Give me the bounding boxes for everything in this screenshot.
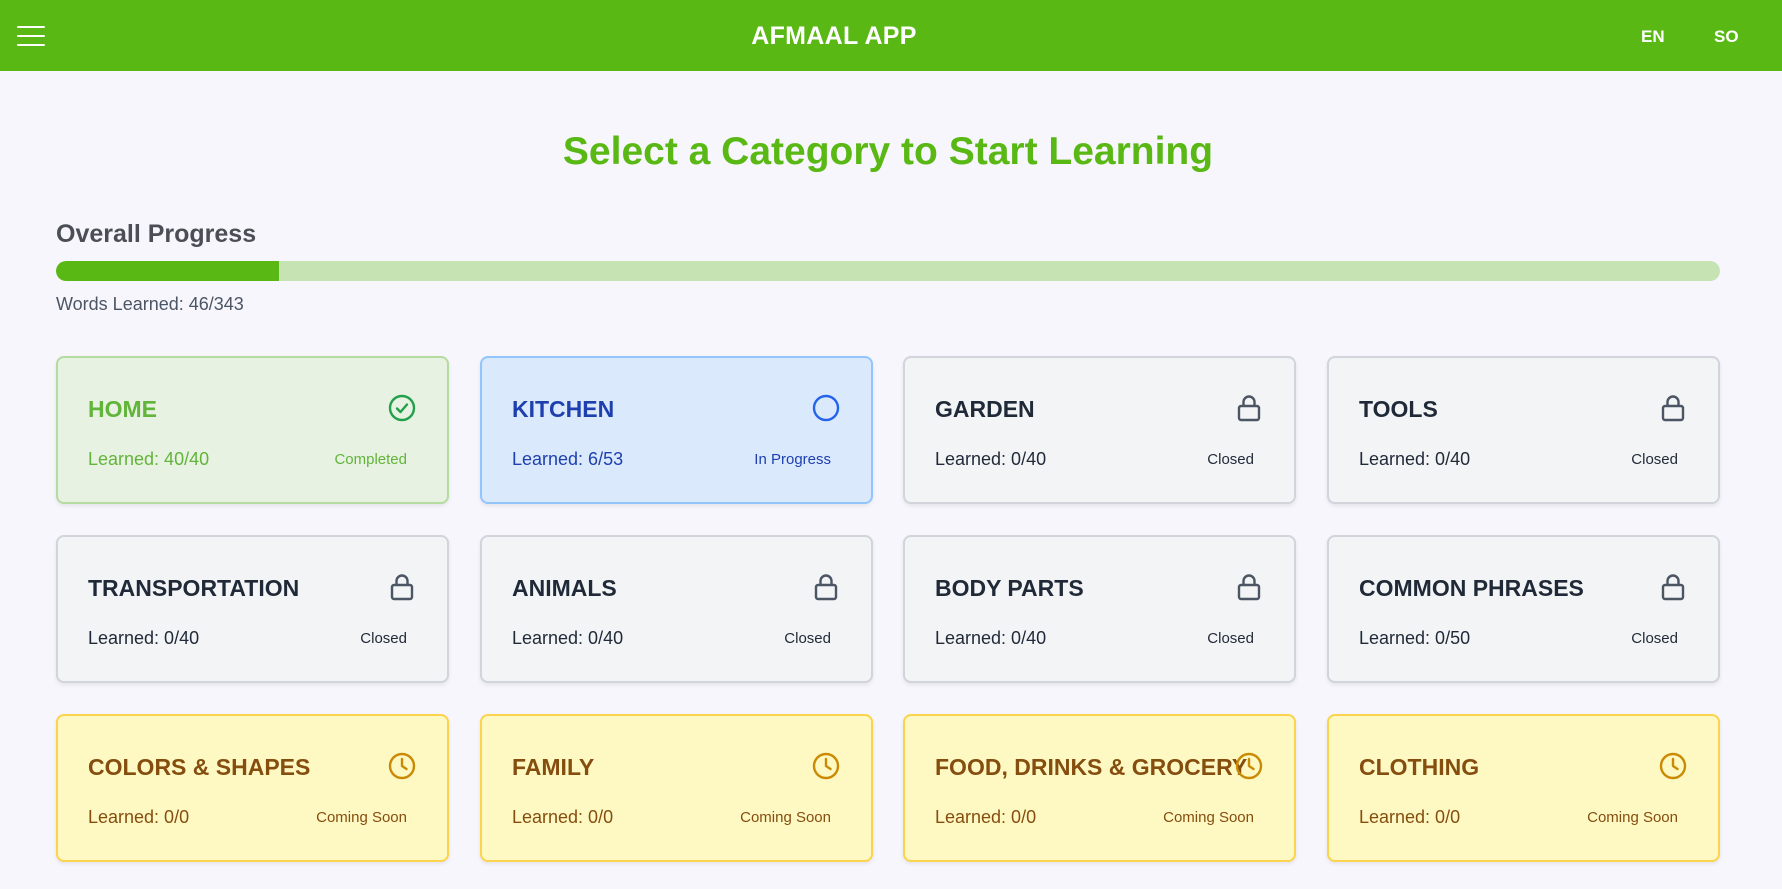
category-status: Closed: [360, 630, 407, 647]
category-card-garden[interactable]: GARDEN Learned: 0/40 Closed: [903, 356, 1296, 504]
category-learned-count: Learned: 0/50: [1359, 628, 1471, 648]
category-learned-count: Learned: 6/53: [512, 449, 624, 469]
category-card-home[interactable]: HOME Learned: 40/40 Completed: [56, 356, 449, 504]
category-learned-count: Learned: 0/0: [512, 807, 614, 827]
category-status: Closed: [1207, 451, 1254, 468]
category-status: Completed: [334, 451, 407, 468]
category-card-colors-shapes[interactable]: COLORS & SHAPES Learned: 0/0 Coming Soon: [56, 714, 449, 862]
language-en-button[interactable]: EN: [1641, 27, 1665, 47]
category-learned-count: Learned: 40/40: [88, 449, 210, 469]
category-card-family[interactable]: FAMILY Learned: 0/0 Coming Soon: [480, 714, 873, 862]
progress-label: Overall Progress: [56, 220, 257, 248]
clock-icon: [811, 751, 841, 781]
progress-fill: [56, 261, 279, 281]
category-name: KITCHEN: [512, 396, 615, 422]
lock-icon: [1658, 572, 1688, 602]
check-circle-icon: [387, 393, 417, 423]
category-learned-count: Learned: 0/40: [512, 628, 624, 648]
category-learned-count: Learned: 0/40: [1359, 449, 1471, 469]
category-status: Coming Soon: [740, 809, 831, 826]
lock-icon: [811, 572, 841, 602]
language-so-button[interactable]: SO: [1714, 27, 1739, 47]
lock-icon: [1658, 393, 1688, 423]
category-card-food-drinks-grocery[interactable]: FOOD, DRINKS & GROCERY Learned: 0/0 Coming…: [903, 714, 1296, 862]
category-name: BODY PARTS: [935, 575, 1084, 601]
words-learned-text: Words Learned: 46/343: [56, 294, 244, 314]
category-status: Coming Soon: [1163, 809, 1254, 826]
clock-icon: [1234, 751, 1264, 781]
category-status: Coming Soon: [316, 809, 407, 826]
circle-icon: [811, 393, 841, 423]
category-name: COMMON PHRASES: [1359, 575, 1584, 601]
category-name: ANIMALS: [512, 575, 617, 601]
progress-bar: [56, 261, 1720, 281]
lock-icon: [1234, 572, 1264, 602]
category-learned-count: Learned: 0/0: [88, 807, 190, 827]
category-learned-count: Learned: 0/40: [935, 449, 1047, 469]
category-name: TRANSPORTATION: [88, 575, 300, 601]
category-name: HOME: [88, 396, 157, 422]
category-name: COLORS & SHAPES: [88, 754, 311, 780]
lock-icon: [1234, 393, 1264, 423]
category-name: TOOLS: [1359, 396, 1438, 422]
category-learned-count: Learned: 0/0: [1359, 807, 1461, 827]
category-card-clothing[interactable]: CLOTHING Learned: 0/0 Coming Soon: [1327, 714, 1720, 862]
lock-icon: [387, 572, 417, 602]
category-card-body-parts[interactable]: BODY PARTS Learned: 0/40 Closed: [903, 535, 1296, 683]
category-card-kitchen[interactable]: KITCHEN Learned: 6/53 In Progress: [480, 356, 873, 504]
page-title: Select a Category to Start Learning: [562, 130, 1214, 173]
clock-icon: [1658, 751, 1688, 781]
category-learned-count: Learned: 0/40: [88, 628, 200, 648]
category-name: CLOTHING: [1359, 754, 1480, 780]
top-bar: AFMAAL APP EN SO: [0, 0, 1782, 71]
category-card-transportation[interactable]: TRANSPORTATION Learned: 0/40 Closed: [56, 535, 449, 683]
category-status: In Progress: [754, 451, 831, 468]
category-status: Closed: [1631, 630, 1678, 647]
category-name: FOOD, DRINKS & GROCERY: [935, 754, 1248, 780]
category-learned-count: Learned: 0/0: [935, 807, 1037, 827]
category-name: GARDEN: [935, 396, 1035, 422]
category-learned-count: Learned: 0/40: [935, 628, 1047, 648]
category-status: Closed: [1631, 451, 1678, 468]
clock-icon: [387, 751, 417, 781]
app-title: AFMAAL APP: [751, 22, 917, 50]
category-card-tools[interactable]: TOOLS Learned: 0/40 Closed: [1327, 356, 1720, 504]
category-name: FAMILY: [512, 754, 595, 780]
category-card-animals[interactable]: ANIMALS Learned: 0/40 Closed: [480, 535, 873, 683]
category-status: Closed: [1207, 630, 1254, 647]
category-status: Coming Soon: [1587, 809, 1678, 826]
category-card-common-phrases[interactable]: COMMON PHRASES Learned: 0/50 Closed: [1327, 535, 1720, 683]
category-status: Closed: [784, 630, 831, 647]
